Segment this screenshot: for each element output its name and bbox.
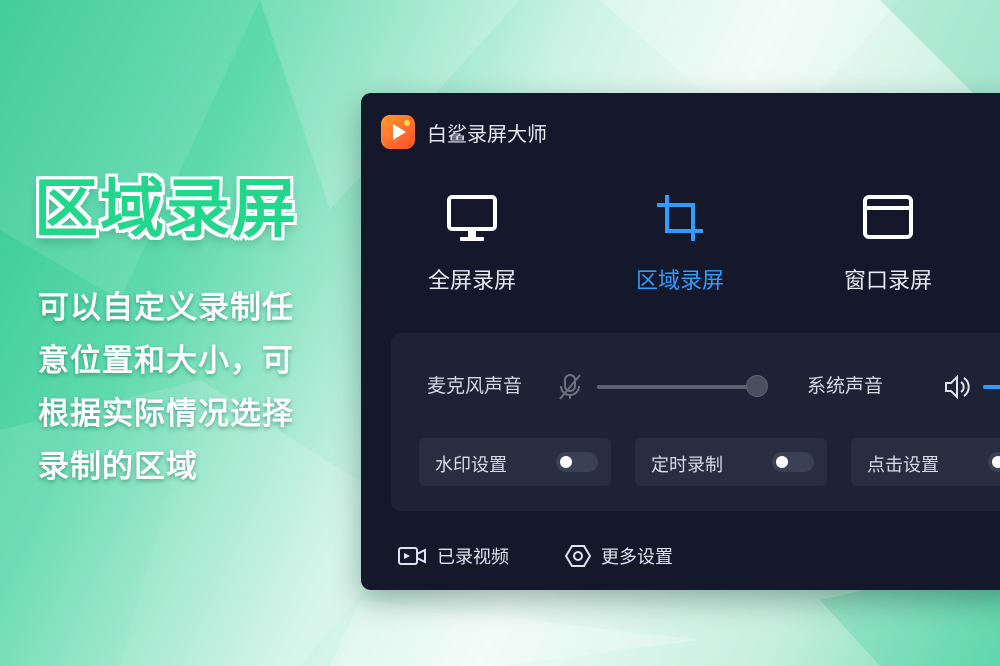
option-click-settings[interactable]: 点击设置 [851, 438, 1000, 486]
mode-label: 全屏录屏 [427, 269, 516, 294]
window-icon [863, 195, 913, 239]
audio-row: 麦克风声音 系统声音 [391, 363, 1000, 403]
mic-label: 麦克风声音 [427, 375, 523, 397]
settings-panel: 麦克风声音 系统声音 水印设置 定时录制 点击设置 [391, 333, 1000, 511]
recorded-videos-label: 已录视频 [437, 547, 509, 568]
speaker-icon[interactable] [943, 373, 971, 401]
option-watermark[interactable]: 水印设置 [419, 438, 611, 486]
option-scheduled-recording[interactable]: 定时录制 [635, 438, 827, 486]
mic-muted-icon[interactable] [557, 373, 583, 401]
mic-volume-knob[interactable] [746, 375, 768, 397]
scheduled-recording-toggle[interactable] [772, 452, 814, 472]
app-window: 白鲨录屏大师 全屏录屏 区域录屏 窗口录屏 麦克风声音 系统声音 水印设置 定时… [361, 93, 1000, 590]
mic-volume-slider[interactable] [597, 385, 757, 389]
crop-icon [657, 195, 703, 241]
monitor-icon [447, 195, 497, 241]
more-settings-label: 更多设置 [601, 547, 673, 568]
system-audio-label: 系统声音 [807, 375, 884, 397]
app-title: 白鲨录屏大师 [427, 121, 547, 146]
title-bar: 白鲨录屏大师 [381, 115, 547, 149]
mode-label: 区域录屏 [635, 269, 724, 294]
promo-title: 区域录屏 [34, 173, 298, 247]
system-volume-slider[interactable] [983, 385, 1000, 389]
promo-desc-line: 可以自定义录制任 [38, 290, 294, 326]
mode-region[interactable]: 区域录屏 [605, 191, 755, 295]
mode-label: 窗口录屏 [843, 269, 932, 294]
promo-desc-line: 意位置和大小，可 [38, 343, 294, 379]
option-label: 水印设置 [435, 455, 507, 476]
promo-description: 可以自定义录制任 意位置和大小，可 根据实际情况选择 录制的区域 [38, 282, 338, 494]
video-camera-icon [398, 547, 426, 565]
promo-desc-line: 根据实际情况选择 [38, 396, 294, 432]
recorded-videos-button[interactable]: 已录视频 [397, 541, 509, 571]
watermark-toggle[interactable] [556, 452, 598, 472]
more-settings-button[interactable]: 更多设置 [565, 541, 673, 571]
mode-window[interactable]: 窗口录屏 [813, 191, 963, 295]
record-mode-selector: 全屏录屏 区域录屏 窗口录屏 [361, 191, 1000, 301]
settings-hexagon-icon [565, 545, 591, 567]
click-settings-toggle[interactable] [988, 452, 1000, 472]
option-label: 点击设置 [867, 455, 939, 476]
mode-fullscreen[interactable]: 全屏录屏 [397, 191, 547, 295]
app-logo-icon [381, 115, 415, 149]
option-label: 定时录制 [651, 455, 723, 476]
promo-desc-line: 录制的区域 [38, 449, 198, 485]
